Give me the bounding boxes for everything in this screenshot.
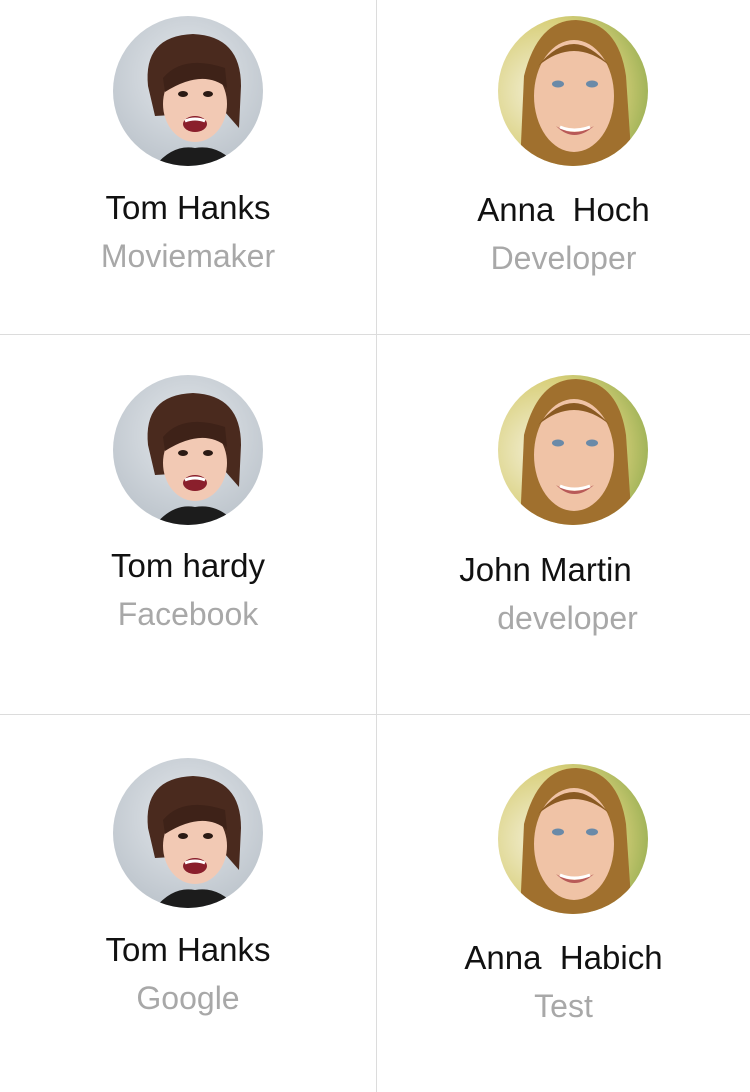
woman-dark-hair-avatar xyxy=(113,16,263,166)
woman-red-hair-avatar xyxy=(498,764,648,914)
contact-role: Test xyxy=(534,988,593,1024)
contact-role: Facebook xyxy=(117,596,259,632)
avatar xyxy=(113,758,263,908)
contact-grid: Tom Hanks Moviemaker Anna Hoch Developer xyxy=(0,0,750,1092)
contact-role: Developer xyxy=(490,240,637,276)
avatar xyxy=(498,375,648,525)
contact-card[interactable]: Tom Hanks Google xyxy=(0,715,376,1092)
avatar xyxy=(113,16,263,166)
avatar xyxy=(498,16,648,166)
woman-red-hair-avatar xyxy=(498,16,648,166)
contact-name: Tom hardy xyxy=(110,547,266,584)
contact-name: Anna Habich xyxy=(464,939,663,976)
contact-card[interactable]: John Martin developer xyxy=(377,335,750,714)
woman-dark-hair-avatar xyxy=(113,758,263,908)
contact-name: John Martin xyxy=(459,551,632,588)
woman-dark-hair-avatar xyxy=(113,375,263,525)
woman-red-hair-avatar xyxy=(498,375,648,525)
contact-name: Tom Hanks xyxy=(105,189,271,226)
contact-card[interactable]: Tom Hanks Moviemaker xyxy=(0,0,376,334)
contact-name: Tom Hanks xyxy=(105,931,271,968)
contact-role: developer xyxy=(497,600,638,636)
contact-card[interactable]: Tom hardy Facebook xyxy=(0,335,376,714)
contact-card[interactable]: Anna Hoch Developer xyxy=(377,0,750,334)
avatar xyxy=(498,764,648,914)
contact-role: Google xyxy=(136,980,240,1016)
avatar xyxy=(113,375,263,525)
contact-name: Anna Hoch xyxy=(477,191,650,228)
contact-card[interactable]: Anna Habich Test xyxy=(377,715,750,1092)
contact-role: Moviemaker xyxy=(100,238,276,274)
